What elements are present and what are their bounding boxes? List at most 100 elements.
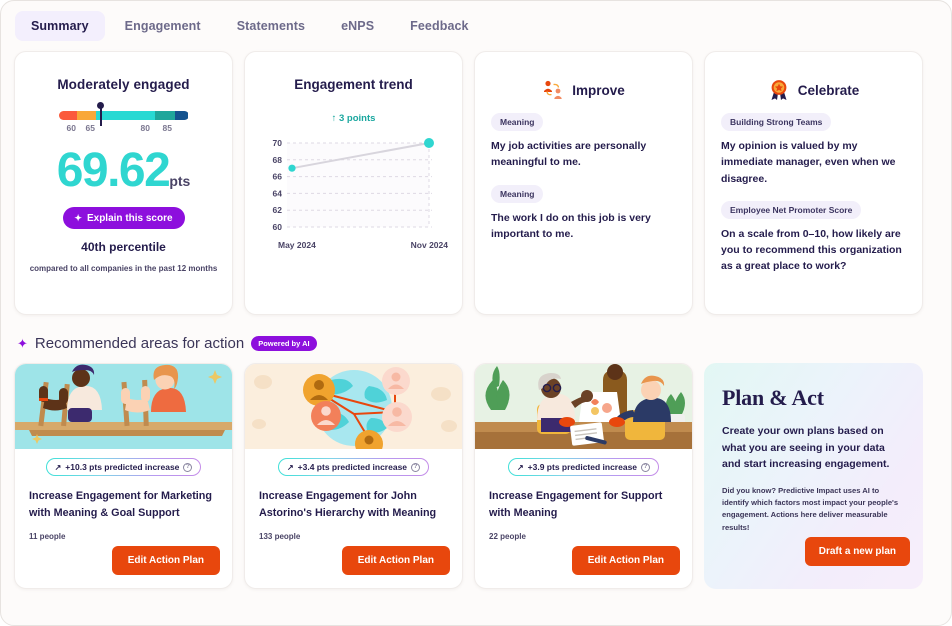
recommendation-card[interactable]: ↗ +3.9 pts predicted increase ? Increase… [474, 363, 693, 589]
score-title: Moderately engaged [57, 77, 190, 92]
celebrate-items: Building Strong Teams My opinion is valu… [705, 102, 922, 275]
score-gauge: 60 65 80 85 [58, 102, 189, 137]
celebrate-item: Building Strong Teams My opinion is valu… [721, 112, 906, 187]
predicted-increase-pill-wrap: ↗ +3.9 pts predicted increase ? [475, 458, 692, 476]
improve-item: Meaning My job activities are personally… [491, 112, 676, 171]
team-meeting-illustration [475, 364, 692, 449]
improve-items: Meaning My job activities are personally… [475, 102, 692, 242]
trend-x-labels: May 2024 Nov 2024 [255, 239, 452, 250]
predicted-increase-label: +3.4 pts predicted increase [297, 462, 408, 472]
gauge-segment-4 [154, 111, 176, 120]
arrow-up-icon: ↑ [331, 113, 337, 124]
celebrate-title: Celebrate [797, 82, 860, 98]
tab-statements[interactable]: Statements [221, 11, 321, 41]
recommendation-title: Increase Engagement for Support with Mea… [489, 490, 663, 519]
predicted-increase-pill: ↗ +3.4 pts predicted increase ? [277, 458, 430, 476]
powered-by-ai-badge: Powered by AI [251, 336, 317, 351]
help-icon[interactable]: ? [641, 462, 651, 472]
predicted-increase-pill: ↗ +3.9 pts predicted increase ? [507, 458, 660, 476]
improve-item-statement: My job activities are personally meaning… [491, 140, 647, 169]
gauge-segment-2 [76, 111, 97, 120]
percentile-value: 40th percentile [81, 240, 166, 254]
recommendation-title: Increase Engagement for John Astorino's … [259, 490, 437, 519]
trend-chart-svg: 70 68 66 64 62 60 [273, 138, 434, 232]
improve-item-tag: Meaning [491, 184, 544, 203]
gauge-bar [58, 111, 189, 120]
celebrate-item-tag: Employee Net Promoter Score [721, 200, 862, 219]
improve-title: Improve [572, 82, 625, 98]
gauge-tick-60: 60 [66, 123, 76, 133]
trend-delta: ↑ 3 points [245, 113, 462, 124]
trend-delta-label: 3 points [338, 113, 376, 124]
help-icon[interactable]: ? [183, 462, 193, 472]
trend-chart: 70 68 66 64 62 60 May 2024 Nov 2024 [255, 131, 452, 250]
gauge-segment-1 [58, 111, 77, 120]
people-exchange-icon [544, 80, 562, 99]
arrow-up-right-icon: ↗ [286, 462, 294, 472]
celebrate-item-statement: My opinion is valued by my immediate man… [721, 140, 896, 185]
gauge-tick-65: 65 [85, 123, 95, 133]
recommendation-title: Increase Engagement for Marketing with M… [29, 490, 212, 519]
svg-text:62: 62 [273, 205, 283, 215]
tab-enps[interactable]: eNPS [325, 11, 390, 41]
explain-score-button[interactable]: ✦ Explain this score [62, 207, 185, 229]
recommended-title: Recommended areas for action [34, 335, 245, 352]
plan-and-act-body: Create your own plans based on what you … [722, 425, 890, 471]
card-image [245, 364, 462, 449]
engagement-trend-card: Engagement trend ↑ 3 points 70 68 66 64 … [244, 51, 463, 315]
predicted-increase-pill: ↗ +10.3 pts predicted increase ? [45, 458, 202, 476]
draft-new-plan-button[interactable]: Draft a new plan [804, 537, 910, 566]
predicted-increase-label: +10.3 pts predicted increase [65, 462, 180, 472]
celebrate-item-statement: On a scale from 0–10, how likely are you… [721, 227, 902, 273]
recommendation-card[interactable]: ↗ +3.4 pts predicted increase ? Increase… [244, 363, 463, 589]
summary-card-row: Moderately engaged 60 65 80 85 69.62pts [1, 51, 951, 315]
predicted-increase-label: +3.9 pts predicted increase [527, 462, 638, 472]
improve-item: Meaning The work I do on this job is ver… [491, 184, 676, 243]
help-icon[interactable]: ? [411, 462, 421, 472]
predicted-increase-pill-wrap: ↗ +3.4 pts predicted increase ? [245, 458, 462, 476]
plan-and-act-note: Did you know? Predictive Impact uses AI … [722, 485, 899, 532]
card-image [475, 364, 692, 449]
svg-text:60: 60 [273, 222, 283, 232]
gauge-segment-3 [96, 111, 155, 120]
edit-action-plan-button[interactable]: Edit Action Plan [111, 546, 220, 575]
recommendation-card-row: ↗ +10.3 pts predicted increase ? Increas… [1, 363, 951, 589]
x-label-start: May 2024 [278, 240, 316, 250]
arrow-up-right-icon: ↗ [54, 462, 62, 472]
sparkle-icon: ✦ [74, 212, 82, 223]
tab-summary[interactable]: Summary [15, 11, 105, 41]
gauge-tick-80: 80 [140, 123, 150, 133]
recommended-header: ✦ Recommended areas for action Powered b… [1, 315, 951, 363]
arrow-up-right-icon: ↗ [516, 462, 524, 472]
tab-feedback[interactable]: Feedback [394, 11, 484, 41]
celebrate-item-tag: Building Strong Teams [721, 113, 832, 131]
edit-action-plan-button[interactable]: Edit Action Plan [341, 546, 450, 575]
score-value: 69.62 [56, 144, 171, 197]
improve-header: Improve [475, 78, 692, 102]
recommendation-card[interactable]: ↗ +10.3 pts predicted increase ? Increas… [14, 363, 233, 589]
svg-text:64: 64 [273, 188, 283, 198]
celebrate-item: Employee Net Promoter Score On a scale f… [721, 200, 906, 275]
recommendation-people-count: 133 people [259, 532, 301, 542]
plan-and-act-title: Plan & Act [722, 385, 824, 410]
gauge-tick-85: 85 [162, 123, 172, 133]
engagement-dashboard: Summary Engagement Statements eNPS Feedb… [0, 0, 952, 626]
plan-and-act-panel: Plan & Act Create your own plans based o… [704, 363, 923, 589]
score-value-wrap: 69.62pts [15, 147, 232, 195]
sparkle-icon: ✦ [17, 336, 28, 351]
gauge-segment-5 [175, 111, 189, 120]
improve-item-tag: Meaning [491, 113, 544, 131]
percentile-description: compared to all companies in the past 12… [29, 264, 218, 273]
engagement-score-card: Moderately engaged 60 65 80 85 69.62pts [14, 51, 233, 315]
explain-score-label: Explain this score [86, 212, 173, 224]
edit-action-plan-button[interactable]: Edit Action Plan [571, 546, 680, 575]
tab-engagement[interactable]: Engagement [109, 11, 217, 41]
improve-item-statement: The work I do on this job is very import… [491, 211, 651, 240]
improve-card: Improve Meaning My job activities are pe… [474, 51, 693, 315]
predicted-increase-pill-wrap: ↗ +10.3 pts predicted increase ? [15, 458, 232, 476]
trend-title: Engagement trend [294, 77, 413, 92]
award-rosette-icon [771, 80, 787, 100]
tab-bar: Summary Engagement Statements eNPS Feedb… [1, 1, 951, 51]
recommendation-people-count: 22 people [489, 532, 526, 542]
two-people-rowing-illustration [15, 364, 232, 449]
